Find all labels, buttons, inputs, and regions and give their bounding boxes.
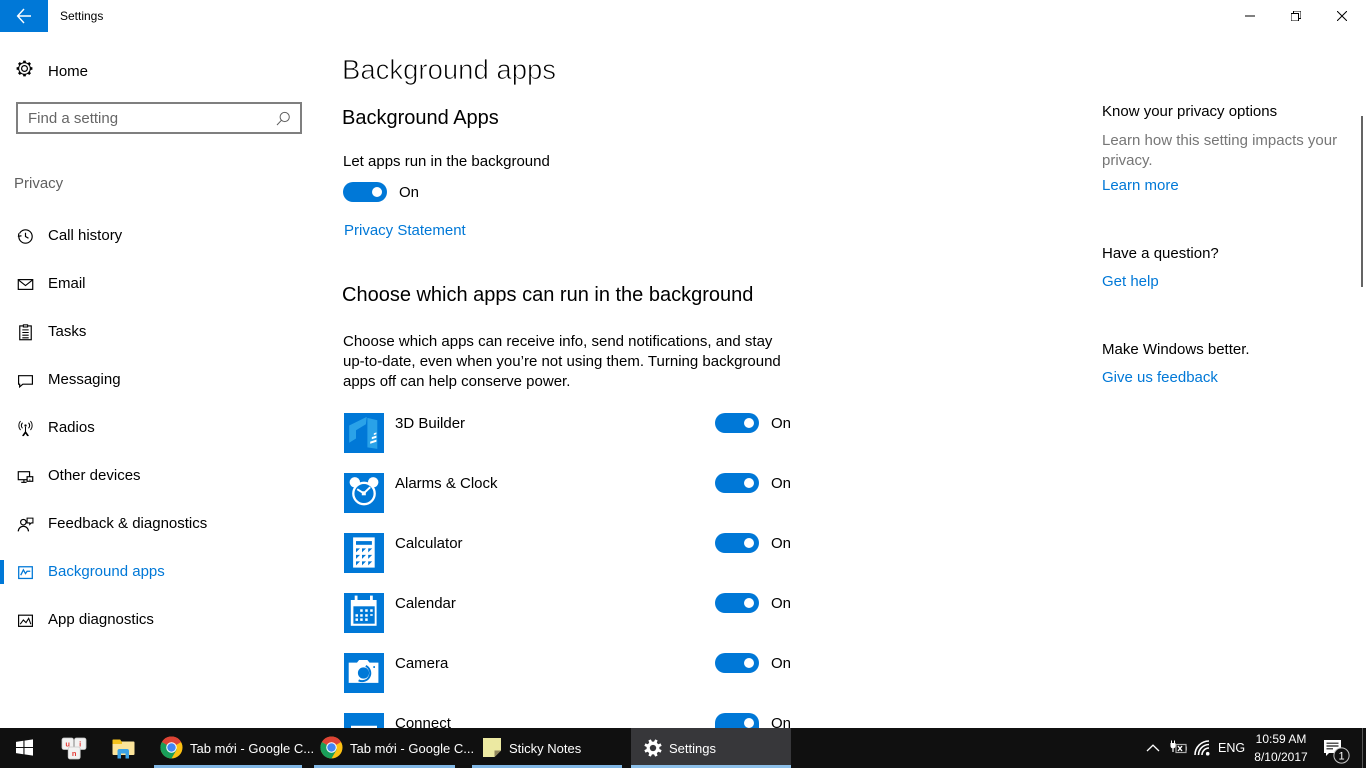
svg-text:u: u — [65, 740, 70, 749]
svg-text:1: 1 — [1338, 751, 1344, 763]
svg-text:i: i — [79, 740, 81, 749]
svg-text:n: n — [72, 749, 77, 758]
